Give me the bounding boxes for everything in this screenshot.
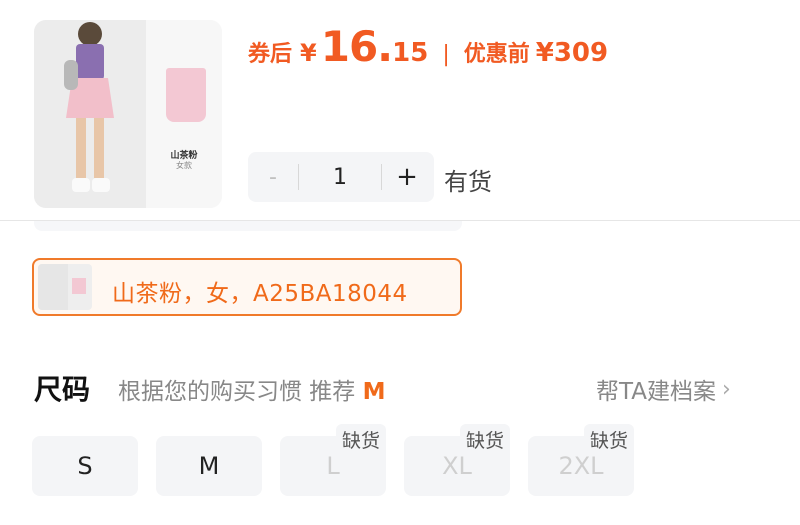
size-option-s[interactable]: S [32, 436, 138, 496]
size-recommendation: 根据您的购买习惯 推荐 M [118, 372, 386, 406]
recommended-size: M [362, 379, 386, 405]
out-of-stock-badge: 缺货 [335, 424, 386, 455]
price-row: 券后 ¥ 16. 15 | 优惠前 ¥309 [248, 22, 608, 72]
out-of-stock-badge: 缺货 [583, 424, 634, 455]
recommendation-text: 根据您的购买习惯 推荐 [118, 379, 356, 405]
price-integer: 16. [320, 22, 393, 71]
collapsed-panel-edge [34, 221, 462, 231]
model-illustration [64, 22, 114, 192]
product-thumbnail[interactable]: 山茶粉 女款 [34, 20, 222, 208]
price-decimal: 15 [392, 38, 429, 68]
size-option-m[interactable]: M [156, 436, 262, 496]
size-title: 尺码 [34, 373, 91, 406]
after-coupon-label: 券后 [248, 42, 293, 67]
variant-thumbnail [38, 264, 92, 310]
size-option-2xl[interactable]: 2XL 缺货 [528, 424, 634, 496]
increment-button[interactable]: + [382, 162, 432, 192]
out-of-stock-badge: 缺货 [459, 424, 510, 455]
selected-variant-chip[interactable]: 山茶粉，女，A25BA18044 [32, 258, 462, 316]
decrement-button[interactable]: - [248, 165, 298, 190]
swatch-panel: 山茶粉 女款 [146, 20, 222, 208]
swatch-gender: 女款 [176, 161, 192, 170]
stock-status: 有货 [444, 168, 492, 196]
size-option-l[interactable]: L 缺货 [280, 424, 386, 496]
create-profile-link[interactable]: 帮TA建档案 › [596, 372, 731, 406]
create-profile-label: 帮TA建档案 [596, 379, 716, 405]
original-price: ¥309 [535, 38, 609, 68]
size-option-label: 2XL [558, 452, 604, 480]
quantity-value[interactable]: 1 [299, 165, 381, 190]
skirt-image [166, 68, 206, 122]
variant-label: 山茶粉，女，A25BA18044 [112, 281, 408, 307]
size-option-xl[interactable]: XL 缺货 [404, 424, 510, 496]
currency-symbol: ¥ [300, 39, 317, 67]
size-option-label: XL [442, 452, 472, 480]
price-separator: | [442, 42, 450, 67]
quantity-stepper: - 1 + [248, 152, 434, 202]
chevron-right-icon: › [722, 376, 731, 402]
size-option-label: S [77, 452, 93, 480]
before-discount-label: 优惠前 [463, 42, 530, 67]
model-photo [34, 20, 146, 208]
size-option-label: L [326, 452, 340, 480]
size-option-label: M [198, 452, 220, 480]
